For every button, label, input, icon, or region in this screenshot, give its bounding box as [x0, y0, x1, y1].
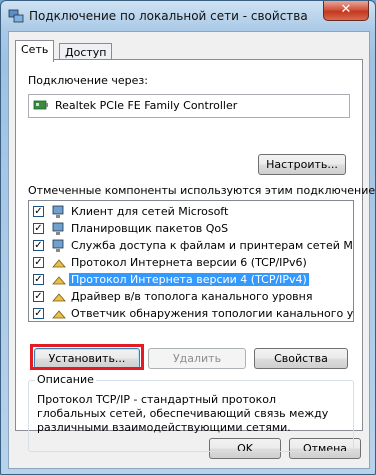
checkbox[interactable]: ✓ — [33, 223, 44, 234]
checkbox[interactable]: ✓ — [33, 240, 44, 251]
checkbox[interactable]: ✓ — [33, 291, 44, 302]
protocol-icon — [51, 289, 67, 305]
configure-button-label: Настроить... — [266, 158, 338, 171]
remove-button[interactable]: Удалить — [148, 348, 246, 369]
list-item[interactable]: ✓ Драйвер в/в тополога канального уровня — [29, 288, 353, 306]
components-label: Отмеченные компоненты используются этим … — [28, 184, 376, 197]
list-item[interactable]: ✓ Клиент для сетей Microsoft — [29, 203, 353, 221]
properties-button-label: Свойства — [274, 352, 328, 365]
list-item[interactable]: ✓ Планировщик пакетов QoS — [29, 220, 353, 238]
list-item[interactable]: ✓ Служба доступа к файлам и принтерам се… — [29, 237, 353, 255]
description-title: Описание — [35, 373, 96, 386]
adapter-box: Realtek PCIe FE Family Controller — [28, 94, 350, 118]
dialog-body: Сеть Доступ Подключение через: Realtek P… — [8, 31, 376, 469]
list-item-selected[interactable]: ✓ Протокол Интернета версии 4 (TCP/IPv4) — [29, 271, 353, 289]
list-item-label: Клиент для сетей Microsoft — [71, 205, 229, 218]
components-list[interactable]: ✓ Клиент для сетей Microsoft ✓ Планировщ… — [28, 200, 354, 322]
properties-button[interactable]: Свойства — [254, 348, 348, 369]
tab-network[interactable]: Сеть — [15, 40, 55, 62]
list-item-label: Драйвер в/в тополога канального уровня — [71, 290, 313, 303]
connect-using-label: Подключение через: — [28, 74, 148, 87]
list-item-label: Протокол Интернета версии 6 (TCP/IPv6) — [71, 256, 307, 269]
service-icon — [51, 238, 67, 254]
list-item[interactable]: ✓ Ответчик обнаружения топологии канальн… — [29, 305, 354, 321]
protocol-icon — [51, 255, 67, 271]
remove-button-label: Удалить — [172, 352, 222, 365]
protocol-icon — [51, 306, 67, 321]
list-item-label: Протокол Интернета версии 4 (TCP/IPv4) — [69, 273, 309, 286]
close-button[interactable]: ✕ — [323, 1, 369, 21]
list-item-label: Ответчик обнаружения топологии канальног… — [71, 307, 354, 320]
protocol-icon — [51, 272, 67, 288]
list-item-label: Служба доступа к файлам и принтерам сете… — [71, 239, 354, 252]
network-connection-icon — [8, 8, 24, 24]
description-text: Протокол TCP/IP - стандартный протокол г… — [37, 393, 329, 434]
window-title: Подключение по локальной сети - свойства — [29, 9, 308, 23]
network-client-icon — [51, 204, 67, 220]
checkbox[interactable]: ✓ — [33, 308, 44, 319]
close-icon: ✕ — [340, 2, 352, 17]
tab-panel: Подключение через: Realtek PCIe FE Famil… — [15, 59, 376, 452]
list-item[interactable]: ✓ Протокол Интернета версии 6 (TCP/IPv6) — [29, 254, 353, 272]
description-group: Описание Протокол TCP/IP - стандартный п… — [28, 373, 354, 452]
network-adapter-icon — [33, 98, 49, 115]
title-bar[interactable]: Подключение по локальной сети - свойства… — [1, 1, 375, 31]
checkbox[interactable]: ✓ — [33, 257, 44, 268]
service-icon — [51, 221, 67, 237]
tab-label: Доступ — [65, 46, 107, 59]
configure-button[interactable]: Настроить... — [258, 154, 346, 175]
tab-label: Сеть — [21, 43, 49, 56]
checkbox[interactable]: ✓ — [33, 274, 44, 285]
annotation-highlight — [30, 344, 144, 370]
adapter-name: Realtek PCIe FE Family Controller — [55, 99, 238, 112]
dialog-window: Подключение по локальной сети - свойства… — [0, 0, 376, 475]
checkbox[interactable]: ✓ — [33, 206, 44, 217]
list-item-label: Планировщик пакетов QoS — [71, 222, 229, 235]
